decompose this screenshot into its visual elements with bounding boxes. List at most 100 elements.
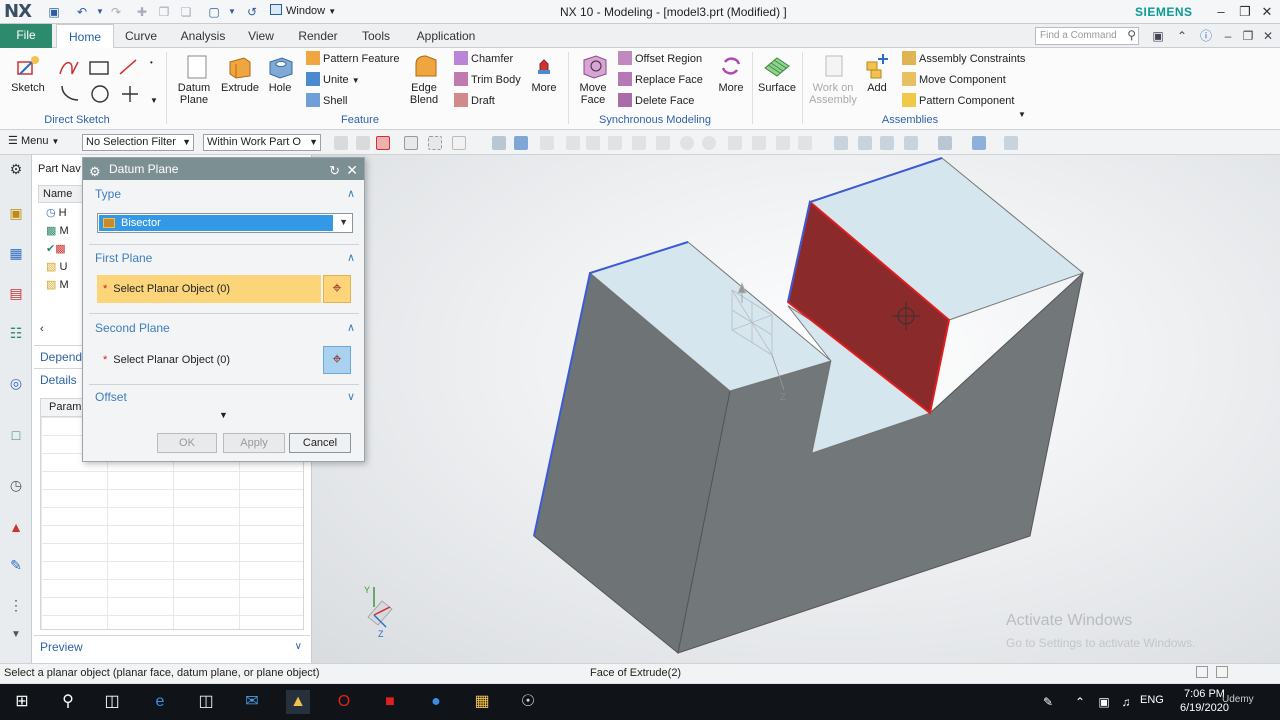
- window-menu[interactable]: Window ▼: [270, 4, 336, 20]
- network-icon[interactable]: ▣: [1092, 690, 1116, 714]
- nx-app-icon[interactable]: ▲: [286, 690, 310, 714]
- doc-minimize-icon[interactable]: –: [1220, 28, 1236, 44]
- sketch-more-icon[interactable]: •: [150, 58, 153, 67]
- name-column-header[interactable]: Name: [38, 185, 86, 203]
- undo-icon[interactable]: ↶: [74, 4, 90, 20]
- arc-center-icon[interactable]: [680, 136, 694, 150]
- datum-plane-button[interactable]: Datum Plane: [176, 52, 216, 106]
- tab-render[interactable]: Render: [294, 24, 342, 48]
- ribbon-options-icon[interactable]: ▼: [1018, 110, 1026, 119]
- tab-file[interactable]: File: [0, 24, 52, 48]
- extrude-button[interactable]: Extrude: [220, 52, 260, 94]
- resource-settings-icon[interactable]: ⚙: [6, 159, 26, 179]
- solid-body-icon[interactable]: [492, 136, 506, 150]
- palette-icon[interactable]: ▲: [6, 517, 26, 537]
- part-navigator-icon[interactable]: ▤: [6, 283, 26, 303]
- rectangle-select-icon[interactable]: [404, 136, 418, 150]
- solidworks-icon[interactable]: ■: [378, 690, 402, 714]
- preview-section[interactable]: Preview ∨: [34, 635, 310, 657]
- move-component-button[interactable]: Move Component: [902, 71, 1006, 89]
- help-icon[interactable]: ⓘ: [1198, 28, 1214, 44]
- close-icon[interactable]: ✕: [1258, 3, 1276, 21]
- ok-button[interactable]: OK: [157, 433, 217, 453]
- volume-icon[interactable]: ♫: [1114, 690, 1138, 714]
- type-select[interactable]: Bisector ▼: [97, 213, 353, 233]
- paste-icon[interactable]: ❏: [178, 4, 194, 20]
- delete-face-button[interactable]: Delete Face: [618, 92, 694, 110]
- crosshair-icon[interactable]: ⌖: [323, 275, 351, 303]
- tree-row[interactable]: ▩ M: [46, 222, 69, 240]
- trim-body-button[interactable]: Trim Body: [454, 71, 521, 89]
- tab-view[interactable]: View: [244, 24, 278, 48]
- chamfer-button[interactable]: Chamfer: [454, 50, 513, 68]
- opera-icon[interactable]: O: [332, 690, 356, 714]
- feature-curve-icon[interactable]: [656, 136, 670, 150]
- roles-icon[interactable]: ✎: [6, 555, 26, 575]
- existing-point-icon[interactable]: [728, 136, 742, 150]
- status-layout-icon[interactable]: [1196, 666, 1208, 678]
- pattern-feature-button[interactable]: Pattern Feature: [306, 50, 399, 68]
- fit-view-icon[interactable]: [834, 136, 848, 150]
- apply-button[interactable]: Apply: [223, 433, 285, 453]
- pattern-component-button[interactable]: Pattern Component: [902, 92, 1014, 110]
- close-icon[interactable]: ✕: [346, 159, 358, 181]
- select-feature-icon[interactable]: [376, 136, 390, 150]
- web-browser-icon[interactable]: ◎: [6, 373, 26, 393]
- move-face-button[interactable]: Move Face: [576, 52, 612, 106]
- shell-button[interactable]: Shell: [306, 92, 347, 110]
- curve-filter-icon[interactable]: [566, 136, 580, 150]
- selection-filter-select[interactable]: No Selection Filter ▼: [82, 134, 194, 151]
- assembly-navigator-icon[interactable]: ▣: [6, 203, 26, 223]
- tab-home[interactable]: Home: [56, 24, 114, 48]
- tangent-curve-icon[interactable]: [608, 136, 622, 150]
- search-icon[interactable]: ⚲: [56, 690, 80, 714]
- show-hide-icon[interactable]: [1004, 136, 1018, 150]
- task-view-icon[interactable]: ◫: [100, 690, 124, 714]
- replace-face-button[interactable]: Replace Face: [618, 71, 703, 89]
- tab-curve[interactable]: Curve: [118, 24, 164, 48]
- edge-blend-button[interactable]: Edge Blend: [404, 52, 448, 106]
- find-command-input[interactable]: Find a Command ⚲: [1035, 27, 1139, 45]
- doc-restore-icon[interactable]: ❐: [1240, 28, 1256, 44]
- offset-section-header[interactable]: Offset ∨: [89, 387, 359, 407]
- reset-icon[interactable]: ↻: [329, 160, 340, 182]
- tree-row[interactable]: ▧ M: [46, 276, 69, 294]
- resource-more-icon[interactable]: ▼: [6, 625, 26, 645]
- media-player-icon[interactable]: ☉: [516, 690, 540, 714]
- type-section-header[interactable]: Type ∧: [89, 184, 359, 204]
- save-icon[interactable]: ▣: [46, 4, 62, 20]
- chrome-icon[interactable]: ●: [424, 690, 448, 714]
- sketch-gallery-icon[interactable]: ▼: [150, 96, 158, 105]
- tab-application[interactable]: Application: [410, 24, 482, 48]
- first-plane-section-header[interactable]: First Plane ∧: [89, 248, 359, 268]
- offset-region-button[interactable]: Offset Region: [618, 50, 702, 68]
- zoom-icon[interactable]: [858, 136, 872, 150]
- touch-dropdown-icon[interactable]: ▼: [224, 4, 240, 20]
- tree-row[interactable]: ▧ U: [46, 258, 67, 276]
- cut-icon[interactable]: ✚: [134, 4, 150, 20]
- snap-point-icon[interactable]: [334, 136, 348, 150]
- file-explorer-icon[interactable]: ▦: [470, 690, 494, 714]
- selection-scope-select[interactable]: Within Work Part O ▼: [203, 134, 321, 151]
- model-viewport[interactable]: Z Y Z: [312, 155, 1280, 663]
- selection-intent-icon[interactable]: [356, 136, 370, 150]
- tray-expand-icon[interactable]: ⌃: [1068, 690, 1092, 714]
- minimize-icon[interactable]: –: [1212, 3, 1230, 21]
- orient-view-icon[interactable]: [904, 136, 918, 150]
- lasso-select-icon[interactable]: [428, 136, 442, 150]
- sketch-curve-tools[interactable]: [58, 56, 158, 104]
- crosshair-icon[interactable]: ⌖: [323, 346, 351, 374]
- more-options-icon[interactable]: ▼: [219, 410, 228, 420]
- history-icon[interactable]: □: [6, 425, 26, 445]
- collapse-ribbon-icon[interactable]: ⌃: [1174, 28, 1190, 44]
- status-toggle-icon[interactable]: [1216, 666, 1228, 678]
- connected-curve-icon[interactable]: [632, 136, 646, 150]
- work-on-assembly-button[interactable]: Work on Assembly: [808, 52, 860, 106]
- dialog-title-bar[interactable]: ⚙ Datum Plane ↻ ✕: [83, 158, 364, 180]
- window-arrange-icon[interactable]: ▣: [1150, 28, 1166, 44]
- undo-dropdown-icon[interactable]: ▼: [92, 4, 108, 20]
- unite-button[interactable]: Unite ▼: [306, 71, 360, 89]
- restore-icon[interactable]: ❐: [1236, 3, 1254, 21]
- tab-analysis[interactable]: Analysis: [176, 24, 230, 48]
- mail-icon[interactable]: ✉: [240, 690, 264, 714]
